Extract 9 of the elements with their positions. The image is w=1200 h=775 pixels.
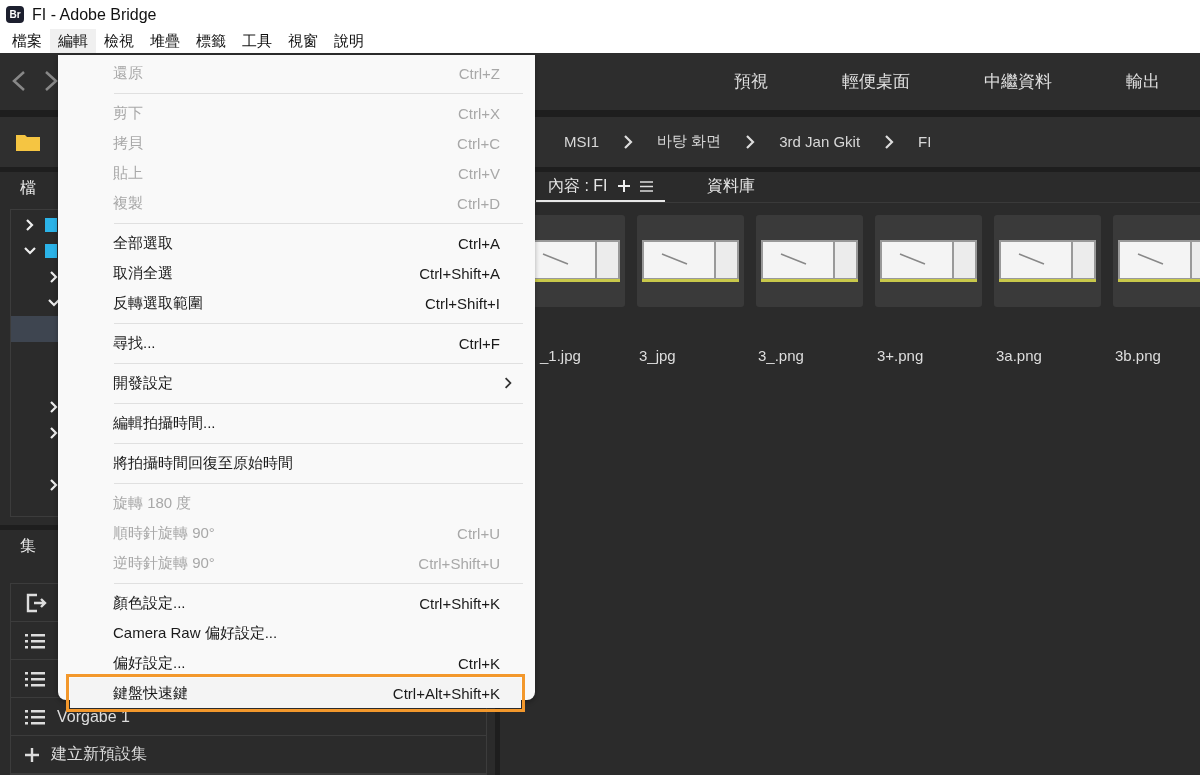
app-logo: Br (6, 6, 24, 24)
window-title: FI - Adobe Bridge (32, 5, 157, 24)
file-name: 3+.png (876, 347, 925, 364)
preset-label: 建立新預設集 (51, 744, 147, 764)
file-name: 3_jpg (638, 347, 677, 364)
file-name: 3b.png (1114, 347, 1162, 364)
file-name: 3_.png (757, 347, 805, 364)
file-name: 3a.png (995, 347, 1043, 364)
file-name: _1.jpg (538, 347, 582, 364)
